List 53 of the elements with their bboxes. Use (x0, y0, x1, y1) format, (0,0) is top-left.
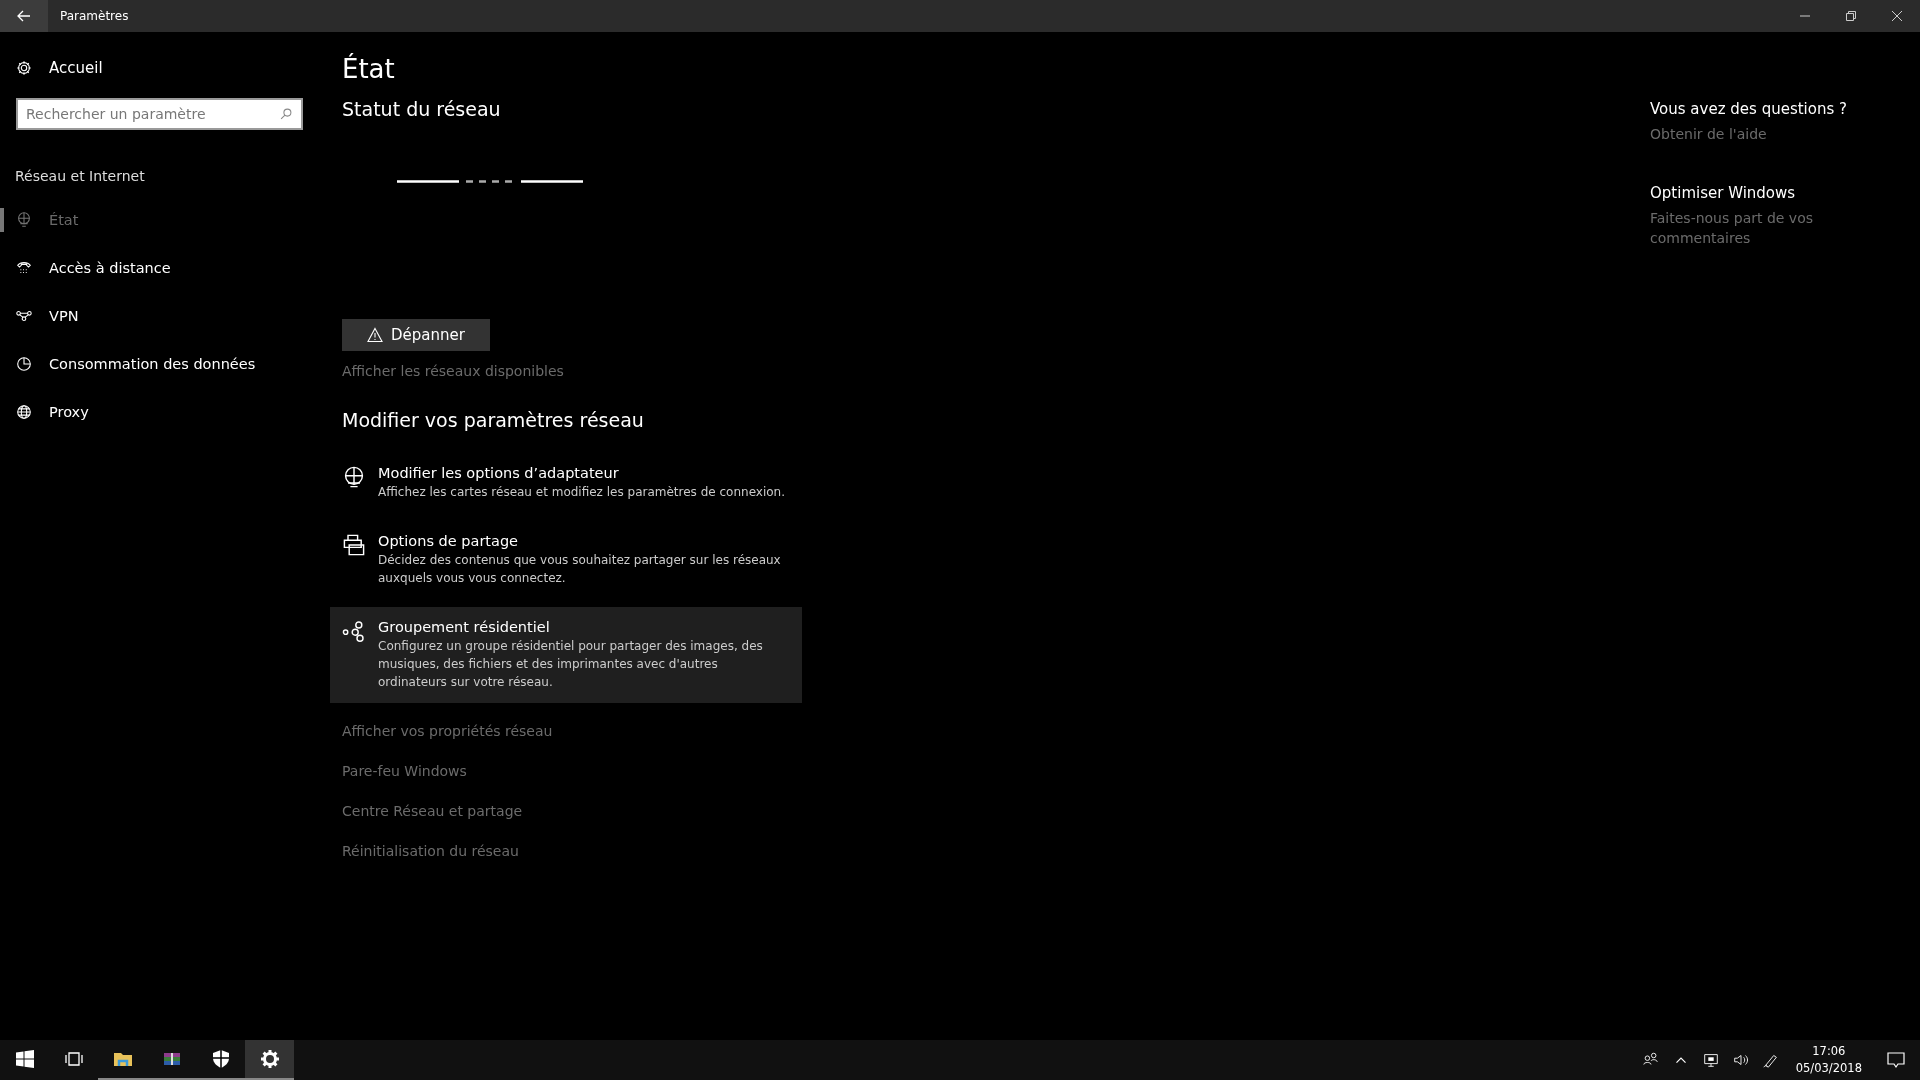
nav-item[interactable]: VPN (0, 292, 318, 340)
option-title: Options de partage (378, 533, 520, 549)
link[interactable]: Pare-feu Windows (342, 751, 467, 791)
nav-item[interactable]: Proxy (0, 388, 318, 436)
globe-icon (15, 403, 33, 421)
pie-chart-icon (15, 355, 33, 373)
link[interactable]: Afficher les réseaux disponibles (342, 363, 564, 379)
windows-logo-icon (15, 1050, 34, 1068)
clock-time[interactable]: 17:06 (1812, 1043, 1846, 1060)
taskbar-button[interactable] (245, 1040, 294, 1080)
close-icon (1891, 10, 1903, 22)
search-field[interactable]: Rechercher un paramètre (16, 98, 303, 130)
link[interactable]: Réinitialisation du réseau (342, 831, 519, 871)
link[interactable]: Obtenir de l'aide (1650, 124, 1767, 144)
home-nav-item[interactable]: Accueil (0, 52, 318, 84)
gear-icon (259, 1049, 280, 1069)
notifications-icon[interactable] (1886, 1050, 1906, 1070)
link[interactable]: Centre Réseau et partage (342, 791, 523, 831)
settings-option[interactable]: Options de partage Décidez des contenus que vous souhaitez partager sur les réseaux auxquels vous vous connectez. (330, 521, 802, 599)
search-icon (279, 107, 293, 121)
globe-monitor-icon (342, 465, 366, 489)
nav-item[interactable]: État (0, 196, 318, 244)
section-heading: Modifier vos paramètres réseau (342, 409, 644, 431)
section-heading: Statut du réseau (342, 98, 501, 120)
back-arrow-icon (16, 8, 32, 24)
settings-icon (15, 59, 33, 77)
option-title: Groupement résidentiel (378, 619, 551, 635)
circles-icon (342, 619, 366, 643)
clock-date[interactable]: 05/03/2018 (1795, 1060, 1862, 1077)
link[interactable]: Afficher vos propriétés réseau (342, 711, 553, 751)
shield-icon (210, 1049, 231, 1069)
option-description: Configurez un groupe résidentiel pour partager des images, des musiques, des fichiers et des imprimantes avec d'autres ordinateurs sur votre réseau. (378, 638, 764, 691)
troubleshoot-button[interactable]: Dépanner (342, 319, 490, 351)
globe-monitor-icon (15, 211, 33, 229)
warning-icon (367, 327, 384, 343)
option-description: Décidez des contenus que vous souhaitez partager sur les réseaux auxquels vous vous connectez. (378, 552, 782, 587)
printer-folder-icon (342, 533, 366, 557)
option-title: Modifier les options d’adaptateur (378, 465, 620, 481)
nav-item[interactable]: Accès à distance (0, 244, 318, 292)
monitor-icon[interactable] (1701, 1051, 1720, 1069)
page-title: État (342, 54, 395, 84)
back-button[interactable] (0, 0, 48, 32)
section-heading: Réseau et Internet (15, 168, 146, 184)
link[interactable]: Faites-nous part de vos commentaires (1650, 208, 1880, 248)
nav-item[interactable]: Consommation des données (0, 340, 318, 388)
task-view-icon (63, 1049, 84, 1069)
option-description: Affichez les cartes réseau et modifiez les paramètres de connexion. (378, 484, 785, 501)
settings-option[interactable]: Groupement résidentiel Configurez un groupe résidentiel pour partager des images, des musiques, des fichiers et des imprimantes avec d'autres ordinateurs sur votre réseau. (330, 607, 802, 703)
settings-option[interactable]: Modifier les options d’adaptateur Affichez les cartes réseau et modifiez les paramètres de connexion. (330, 453, 802, 513)
aside-heading: Optimiser Windows (1650, 184, 1796, 202)
window-title: Paramètres (60, 9, 130, 23)
restore-icon (1845, 10, 1857, 22)
aside-heading: Vous avez des questions ? (1650, 100, 1847, 118)
